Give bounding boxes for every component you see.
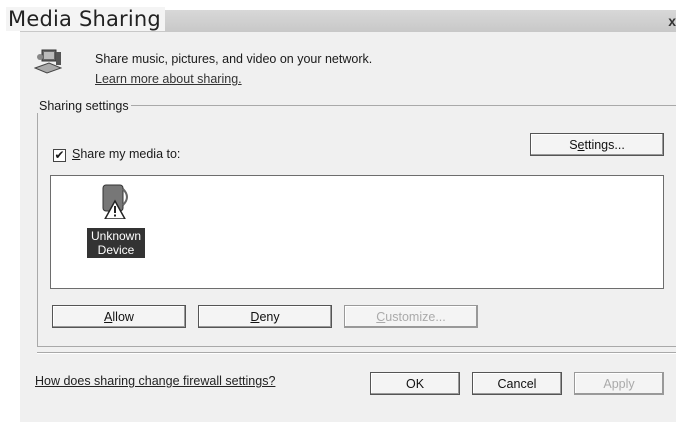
customize-label: ustomize... [385,310,446,324]
share-media-label[interactable]: Share my media to: [72,147,180,161]
learn-more-link[interactable]: Learn more about sharing. [95,72,242,86]
allow-button[interactable]: Allow [52,305,186,328]
list-item-unknown-device[interactable]: Unknown Device [87,179,145,258]
settings-label-pre: S [569,138,578,152]
deny-button[interactable]: Deny [198,305,332,328]
settings-accesskey: e [577,138,585,152]
title-bar[interactable]: Media Sharing x [6,7,676,32]
share-media-checkbox[interactable]: ✔ [53,149,66,162]
device-label: Unknown Device [87,228,145,258]
ok-button[interactable]: OK [370,372,460,395]
media-sharing-dialog: Media Sharing x Share music, pictures, a… [6,7,676,422]
window-title: Media Sharing [6,7,165,31]
apply-button[interactable]: Apply [574,372,664,395]
customize-button[interactable]: Customize... [344,305,478,328]
sharing-settings-label: Sharing settings [37,99,131,113]
separator [37,352,676,354]
description-text: Share music, pictures, and video on your… [95,52,373,66]
share-media-icon [34,49,62,74]
firewall-help-link[interactable]: How does sharing change firewall setting… [35,374,275,388]
settings-label-post: ttings... [584,138,625,152]
customize-accesskey: C [376,310,386,324]
allow-label: llow [112,310,134,324]
close-icon[interactable]: x [668,13,676,29]
share-label-text: hare my media to: [80,147,181,161]
settings-button[interactable]: Settings... [530,133,664,156]
unknown-device-warning-icon [102,184,128,220]
deny-label: eny [259,310,280,324]
cancel-button[interactable]: Cancel [472,372,562,395]
device-list[interactable]: Unknown Device [50,175,664,289]
